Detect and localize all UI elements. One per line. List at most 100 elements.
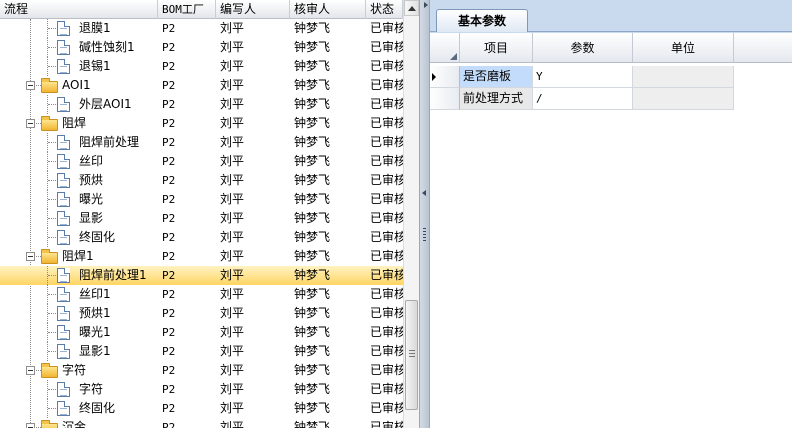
- reviewer-cell: 钟梦飞: [294, 192, 331, 206]
- tree-row[interactable]: 曝光 P2 刘平 钟梦飞 已审核: [0, 190, 403, 209]
- tree-row[interactable]: 预烘 P2 刘平 钟梦飞 已审核: [0, 171, 403, 190]
- bom-factory-cell: P2: [162, 98, 176, 111]
- bom-factory-cell: P2: [162, 60, 176, 73]
- tree-row[interactable]: 退膜1 P2 刘平 钟梦飞 已审核: [0, 19, 403, 38]
- tree-vertical-scrollbar[interactable]: [403, 0, 419, 428]
- tree-node-label: 预烘: [79, 173, 104, 187]
- collapse-toggle-icon[interactable]: [26, 119, 35, 128]
- tree-group-row[interactable]: 沉金 P2 刘平 钟梦飞 已审核: [0, 418, 403, 428]
- tree-row[interactable]: 终固化 P2 刘平 钟梦飞 已审核: [0, 228, 403, 247]
- tree-row[interactable]: 曝光1 P2 刘平 钟梦飞 已审核: [0, 323, 403, 342]
- document-icon: [57, 344, 70, 359]
- param-unit-2[interactable]: [633, 88, 734, 110]
- bom-factory-cell: P2: [162, 269, 176, 282]
- column-header-bom-factory[interactable]: BOM工厂: [158, 0, 216, 19]
- collapse-left-arrow-icon[interactable]: [422, 190, 426, 196]
- status-cell: 已审核: [370, 154, 403, 168]
- document-icon: [57, 211, 70, 226]
- collapse-toggle-icon[interactable]: [26, 366, 35, 375]
- author-cell: 刘平: [220, 154, 245, 168]
- tree-row[interactable]: 外层AOI1 P2 刘平 钟梦飞 已审核: [0, 95, 403, 114]
- bom-factory-cell: P2: [162, 383, 176, 396]
- tree-row[interactable]: 终固化 P2 刘平 钟梦飞 已审核: [0, 399, 403, 418]
- current-row-indicator-icon: [432, 73, 436, 81]
- panel-splitter[interactable]: [419, 0, 430, 428]
- bom-factory-cell: P2: [162, 212, 176, 225]
- collapse-toggle-icon[interactable]: [26, 423, 35, 428]
- collapse-toggle-icon[interactable]: [26, 252, 35, 261]
- param-value-2[interactable]: /: [533, 88, 633, 110]
- status-cell: 已审核: [370, 192, 403, 206]
- document-icon: [57, 287, 70, 302]
- tree-row[interactable]: 预烘1 P2 刘平 钟梦飞 已审核: [0, 304, 403, 323]
- author-cell: 刘平: [220, 268, 245, 282]
- reviewer-cell: 钟梦飞: [294, 59, 331, 73]
- document-icon: [57, 306, 70, 321]
- column-header-parameter[interactable]: 参数: [533, 33, 633, 63]
- status-cell: 已审核: [370, 249, 403, 263]
- row-header-1[interactable]: [430, 66, 460, 88]
- tree-body: 退膜1 P2 刘平 钟梦飞 已审核 碱性蚀刻1 P2 刘平 钟梦飞 已审核 退锡1 P2 刘平 钟梦飞 已审…: [0, 19, 403, 428]
- row-header-2[interactable]: [430, 88, 460, 110]
- column-header-item[interactable]: 项目: [460, 33, 533, 63]
- column-header-unit[interactable]: 单位: [633, 33, 734, 63]
- collapse-toggle-icon[interactable]: [26, 81, 35, 90]
- bom-factory-cell: P2: [162, 326, 176, 339]
- bom-factory-cell: P2: [162, 231, 176, 244]
- reviewer-cell: 钟梦飞: [294, 401, 331, 415]
- bom-factory-cell: P2: [162, 250, 176, 263]
- author-cell: 刘平: [220, 287, 245, 301]
- column-header-reviewer[interactable]: 核审人: [290, 0, 366, 19]
- column-header-author[interactable]: 编写人: [216, 0, 290, 19]
- param-unit-1[interactable]: [633, 66, 734, 88]
- collapse-right-arrow-icon[interactable]: [424, 2, 428, 8]
- tree-node-label: 显影: [79, 211, 104, 225]
- status-cell: 已审核: [370, 21, 403, 35]
- document-icon: [57, 40, 70, 55]
- tree-row[interactable]: 字符 P2 刘平 钟梦飞 已审核: [0, 380, 403, 399]
- tab-basic-parameters[interactable]: 基本参数: [436, 9, 528, 32]
- reviewer-cell: 钟梦飞: [294, 363, 331, 377]
- bom-factory-cell: P2: [162, 79, 176, 92]
- tree-row[interactable]: 显影1 P2 刘平 钟梦飞 已审核: [0, 342, 403, 361]
- scroll-up-button[interactable]: [404, 0, 419, 16]
- tree-row[interactable]: 显影 P2 刘平 钟梦飞 已审核: [0, 209, 403, 228]
- tree-group-row[interactable]: 阻焊 P2 刘平 钟梦飞 已审核: [0, 114, 403, 133]
- grid-corner-header[interactable]: [430, 33, 460, 63]
- bom-factory-cell: P2: [162, 421, 176, 428]
- tree-row[interactable]: 阻焊前处理1 P2 刘平 钟梦飞 已审核: [0, 266, 403, 285]
- status-cell: 已审核: [370, 287, 403, 301]
- tree-node-label: 终固化: [79, 401, 116, 415]
- author-cell: 刘平: [220, 116, 245, 130]
- tree-row[interactable]: 阻焊前处理 P2 刘平 钟梦飞 已审核: [0, 133, 403, 152]
- status-cell: 已审核: [370, 116, 403, 130]
- author-cell: 刘平: [220, 344, 245, 358]
- parameters-grid: 项目 参数 单位 是否磨板 Y 前处理方式 /: [430, 33, 792, 428]
- document-icon: [57, 230, 70, 245]
- tree-row[interactable]: 丝印1 P2 刘平 钟梦飞 已审核: [0, 285, 403, 304]
- reviewer-cell: 钟梦飞: [294, 287, 331, 301]
- reviewer-cell: 钟梦飞: [294, 116, 331, 130]
- tree-row[interactable]: 丝印 P2 刘平 钟梦飞 已审核: [0, 152, 403, 171]
- author-cell: 刘平: [220, 135, 245, 149]
- document-icon: [57, 154, 70, 169]
- reviewer-cell: 钟梦飞: [294, 97, 331, 111]
- tree-group-row[interactable]: 阻焊1 P2 刘平 钟梦飞 已审核: [0, 247, 403, 266]
- tree-node-label: 碱性蚀刻1: [79, 40, 135, 54]
- author-cell: 刘平: [220, 211, 245, 225]
- author-cell: 刘平: [220, 382, 245, 396]
- status-cell: 已审核: [370, 230, 403, 244]
- tree-row[interactable]: 退锡1 P2 刘平 钟梦飞 已审核: [0, 57, 403, 76]
- column-header-status[interactable]: 状态: [366, 0, 403, 19]
- tree-group-row[interactable]: AOI1 P2 刘平 钟梦飞 已审核: [0, 76, 403, 95]
- tree-row[interactable]: 碱性蚀刻1 P2 刘平 钟梦飞 已审核: [0, 38, 403, 57]
- author-cell: 刘平: [220, 230, 245, 244]
- column-header-process[interactable]: 流程: [0, 0, 158, 19]
- folder-icon: [41, 420, 58, 428]
- folder-icon: [41, 363, 58, 378]
- tree-group-row[interactable]: 字符 P2 刘平 钟梦飞 已审核: [0, 361, 403, 380]
- document-icon: [57, 59, 70, 74]
- param-value-1[interactable]: Y: [533, 66, 633, 88]
- scroll-thumb[interactable]: [405, 300, 418, 410]
- author-cell: 刘平: [220, 40, 245, 54]
